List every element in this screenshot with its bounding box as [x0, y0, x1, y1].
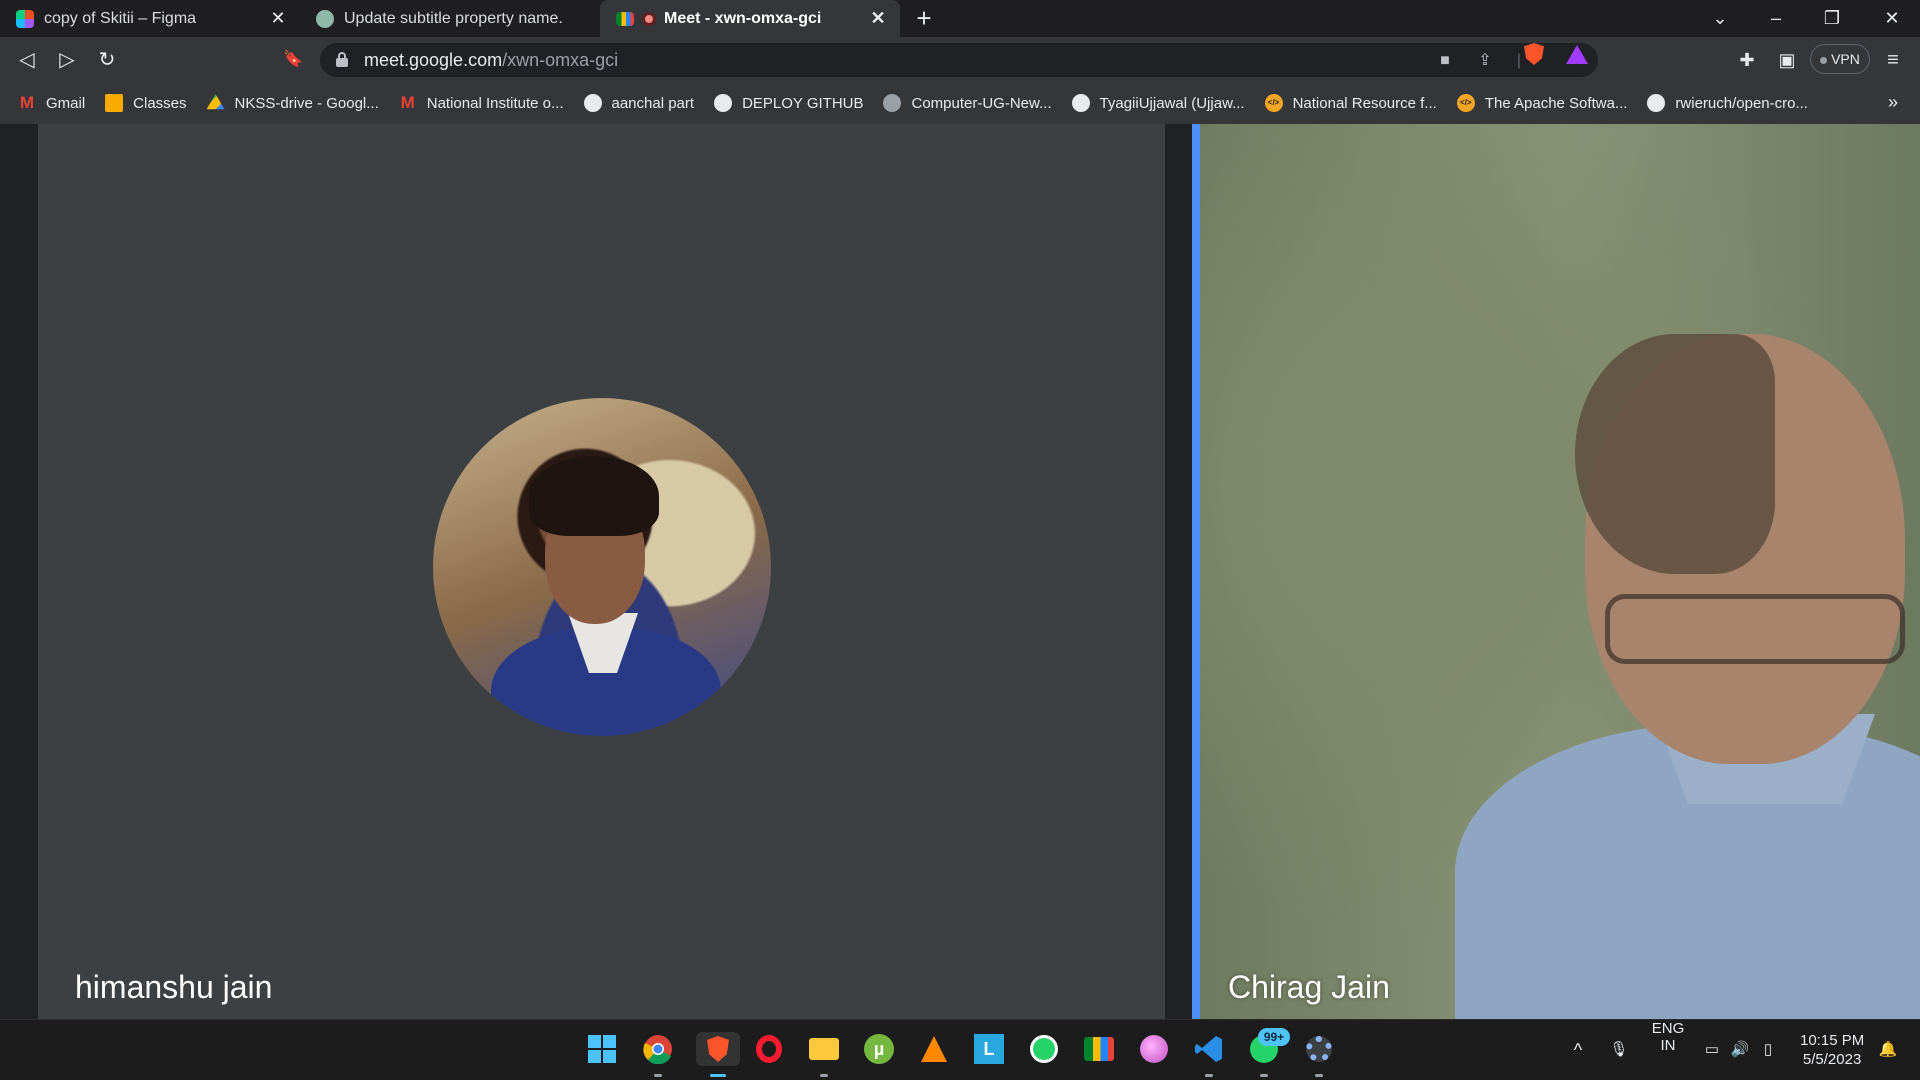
bookmark-national-resource[interactable]: </> National Resource f... [1264, 94, 1437, 112]
battery-icon[interactable]: ▯ [1756, 1020, 1780, 1080]
close-tab-icon[interactable]: ✕ [268, 8, 288, 29]
settings-icon[interactable] [1302, 1032, 1336, 1066]
browser-toolbar: ◁ ▷ ↻ 🔖 meet.google.com/xwn-omxa-gci ■ ⇪… [0, 37, 1920, 82]
bookmarks-bar: M Gmail Classes NKSS-drive - Googl... M Na… [0, 82, 1920, 124]
participant-avatar [433, 398, 771, 736]
running-indicator [1260, 1074, 1268, 1077]
active-indicator [710, 1074, 726, 1077]
code-icon: </> [1264, 94, 1283, 112]
vpn-status-dot [1820, 56, 1828, 64]
openai-icon [316, 9, 334, 28]
screen: copy of Skitii – Figma ✕ Update subtitle… [0, 0, 1920, 1080]
extensions-icon[interactable]: ✚ [1732, 45, 1762, 75]
clock[interactable]: 10:15 PM 5/5/2023 [1800, 1031, 1864, 1069]
forward-button[interactable]: ▷ [52, 45, 82, 75]
vscode-icon[interactable] [1192, 1032, 1226, 1066]
bookmark-classes[interactable]: Classes [105, 94, 187, 112]
figma-icon [16, 9, 34, 28]
running-indicator [1205, 1074, 1213, 1077]
tab-title: Meet - xwn-omxa-gci [664, 9, 822, 27]
meet-icon[interactable] [1082, 1032, 1116, 1066]
bookmark-icon[interactable]: 🔖 [278, 45, 308, 75]
meet-icon [616, 11, 634, 26]
drive-icon [206, 94, 225, 110]
vlc-icon[interactable] [917, 1032, 951, 1066]
opera-icon[interactable] [752, 1032, 786, 1066]
running-indicator [654, 1074, 662, 1077]
participant-name: himanshu jain [75, 969, 273, 1005]
utorrent-icon[interactable]: µ [862, 1032, 896, 1066]
reload-button[interactable]: ↻ [92, 45, 122, 75]
tab-title: Update subtitle property name. [344, 9, 563, 27]
github-icon [1647, 94, 1666, 112]
bookmark-tyagiiujjawal[interactable]: TyagiiUjjawal (Ujjaw... [1071, 94, 1245, 112]
restore-button[interactable]: ❐ [1804, 0, 1860, 37]
running-indicator [820, 1074, 828, 1077]
tab-meet[interactable]: Meet - xwn-omxa-gci ✕ [600, 0, 900, 37]
new-tab-button[interactable]: + [906, 4, 942, 34]
whatsapp-icon[interactable] [1027, 1032, 1061, 1066]
recording-indicator-icon [642, 11, 656, 26]
participant-tile-chirag[interactable]: Chirag Jain [1192, 124, 1920, 1019]
start-icon[interactable] [585, 1032, 619, 1066]
browser-tab-strip: copy of Skitii – Figma ✕ Update subtitle… [0, 0, 1920, 37]
participant-video [1455, 294, 1920, 1019]
sidebar-icon[interactable]: ▣ [1772, 45, 1802, 75]
bookmark-rwieruch[interactable]: rwieruch/open-cro... [1647, 94, 1808, 112]
show-hidden-icons-icon[interactable]: ^ [1566, 1020, 1590, 1080]
url-text[interactable]: meet.google.com/xwn-omxa-gci [364, 50, 618, 71]
globe-icon [883, 94, 902, 112]
bookmarks-overflow-icon[interactable]: » [1888, 92, 1898, 113]
github-icon [583, 94, 602, 112]
classroom-icon [105, 94, 124, 112]
back-button[interactable]: ◁ [12, 45, 42, 75]
github-icon [714, 94, 733, 112]
bookmark-apache[interactable]: </> The Apache Softwa... [1456, 94, 1627, 112]
vpn-button[interactable]: VPN [1810, 44, 1870, 74]
menu-icon[interactable]: ≡ [1878, 45, 1908, 75]
brave-icon[interactable] [696, 1032, 740, 1066]
windows-taskbar: µ L 99+ ^ 🎙 ENG IN ▭ 🔊 ▯ 10:15 PM 5/5/20… [0, 1019, 1920, 1080]
file-explorer-icon[interactable] [807, 1032, 841, 1066]
github-icon [1071, 94, 1090, 112]
lock-icon [336, 52, 348, 67]
bookmark-aanchal-part[interactable]: aanchal part [583, 94, 694, 112]
bookmark-deploy-github[interactable]: DEPLOY GITHUB [714, 94, 863, 112]
gmail-icon: M [19, 93, 35, 112]
language-indicator[interactable]: ENG IN [1646, 1020, 1690, 1080]
gmail-icon: M [400, 93, 415, 112]
address-bar[interactable]: meet.google.com/xwn-omxa-gci ■ ⇪ | [320, 43, 1598, 77]
notification-badge: 99+ [1258, 1028, 1290, 1046]
participant-name: Chirag Jain [1228, 969, 1390, 1005]
tab-search-icon[interactable]: ⌄ [1692, 0, 1748, 37]
tab-title: copy of Skitii – Figma [44, 9, 197, 27]
volume-icon[interactable]: 🔊 [1728, 1020, 1752, 1080]
close-tab-icon[interactable]: ✕ [868, 8, 888, 29]
microphone-icon[interactable]: 🎙 [1606, 1020, 1632, 1080]
bookmark-computer-ug[interactable]: Computer-UG-New... [883, 94, 1052, 112]
l-app-icon[interactable]: L [972, 1032, 1006, 1066]
pink-app-icon[interactable] [1137, 1032, 1171, 1066]
brave-rewards-icon[interactable] [1566, 45, 1588, 64]
tab-figma[interactable]: copy of Skitii – Figma ✕ [0, 0, 300, 37]
running-indicator [1315, 1074, 1323, 1077]
notifications-icon[interactable]: 🔔 [1876, 1020, 1900, 1080]
camera-icon[interactable]: ■ [1434, 50, 1456, 72]
tab-chatgpt[interactable]: Update subtitle property name. [300, 0, 600, 37]
bookmark-national-institute[interactable]: M National Institute o... [399, 94, 564, 112]
bookmark-nkss-drive[interactable]: NKSS-drive - Googl... [206, 94, 379, 112]
participant-tile-himanshu[interactable]: himanshu jain [38, 124, 1165, 1019]
code-icon: </> [1456, 94, 1475, 112]
minimize-button[interactable]: – [1748, 0, 1804, 37]
share-icon[interactable]: ⇪ [1474, 50, 1496, 72]
network-icon[interactable]: ▭ [1700, 1020, 1724, 1080]
close-window-button[interactable]: ✕ [1864, 0, 1920, 37]
meet-call-area: himanshu jain Chirag Jain [0, 124, 1920, 1019]
bookmark-gmail[interactable]: M Gmail [18, 94, 85, 112]
chrome-icon[interactable] [641, 1032, 675, 1066]
